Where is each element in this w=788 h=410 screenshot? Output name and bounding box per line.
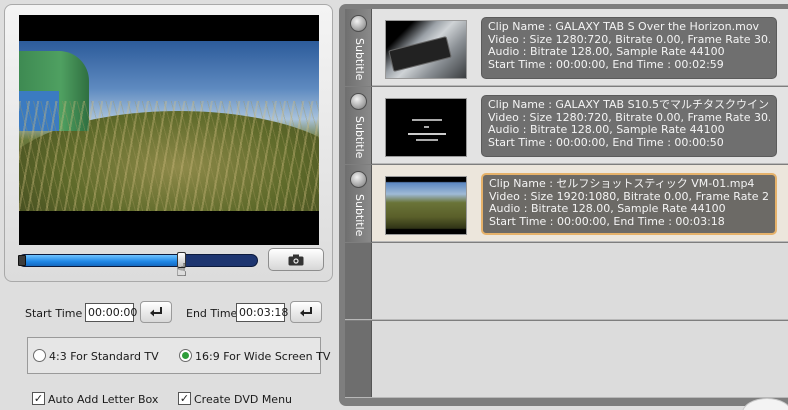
clip-video-info: Video : Size 1280:720, Bitrate 0.00, Fra… xyxy=(488,33,770,46)
aspect-16-9-label[interactable]: 16:9 For Wide Screen TV xyxy=(195,350,330,363)
thumb-text-line xyxy=(412,119,442,121)
thumb-text-line xyxy=(408,133,446,135)
clip-info-box: Clip Name : セルフショットスティック VM-01.mp4 Video… xyxy=(481,173,777,235)
subtitle-toggle-icon[interactable] xyxy=(350,93,367,110)
empty-slot-tab xyxy=(345,243,372,319)
grass-texture xyxy=(19,101,319,211)
clip-video-info: Video : Size 1920:1080, Bitrate 0.00, Fr… xyxy=(489,190,769,203)
empty-clip-slot xyxy=(345,243,788,320)
clip-item[interactable]: Subtitle Clip Name : GALAXY TAB S Over t… xyxy=(345,9,788,86)
clip-item[interactable]: Subtitle Clip Name : GALAXY TAB S10.5でマル… xyxy=(345,87,788,164)
clip-thumbnail xyxy=(385,20,467,79)
enter-arrow-icon xyxy=(300,307,312,317)
video-preview[interactable] xyxy=(19,15,319,245)
tablet-shape xyxy=(388,36,452,72)
clip-thumbnail xyxy=(385,176,467,235)
dvd-menu-label[interactable]: Create DVD Menu xyxy=(194,393,292,406)
start-time-label: Start Time : xyxy=(25,307,90,320)
subtitle-toggle-icon[interactable] xyxy=(350,15,367,32)
timeline-start-marker[interactable] xyxy=(18,255,26,266)
thumb-text-line xyxy=(424,126,429,128)
clip-audio-info: Audio : Bitrate 128.00, Sample Rate 4410… xyxy=(488,124,725,136)
subtitle-tab[interactable]: Subtitle xyxy=(345,9,372,86)
end-time-field[interactable]: 00:03:18 xyxy=(236,303,288,322)
clip-audio-info: Audio : Bitrate 128.00, Sample Rate 4410… xyxy=(488,46,725,58)
subtitle-label: Subtitle xyxy=(353,193,366,237)
video-frame-image xyxy=(19,41,319,211)
clip-audio-info: Audio : Bitrate 128.00, Sample Rate 4410… xyxy=(489,203,726,215)
subtitle-label: Subtitle xyxy=(353,37,366,81)
dvd-menu-checkbox[interactable]: ✓ xyxy=(178,392,191,405)
empty-slot-tab xyxy=(345,321,372,397)
clip-time-info: Start Time : 00:00:00, End Time : 00:02:… xyxy=(488,58,724,71)
empty-clip-slot xyxy=(345,321,788,398)
aspect-4-3-label[interactable]: 4:3 For Standard TV xyxy=(49,350,159,363)
enter-arrow-icon xyxy=(150,307,162,317)
thumb-text-line xyxy=(416,139,438,141)
camera-icon xyxy=(288,254,304,265)
clip-name: Clip Name : GALAXY TAB S10.5でマルチタスクウインドウ… xyxy=(488,99,770,111)
clip-info-box: Clip Name : GALAXY TAB S10.5でマルチタスクウインドウ… xyxy=(481,95,777,157)
aspect-16-9-radio[interactable] xyxy=(179,349,192,362)
snapshot-button[interactable] xyxy=(268,248,324,271)
letterbox-checkbox[interactable]: ✓ xyxy=(32,392,45,405)
set-start-time-button[interactable] xyxy=(140,301,172,323)
clip-name: Clip Name : セルフショットスティック VM-01.mp4 xyxy=(489,178,755,190)
clip-thumbnail xyxy=(385,98,467,157)
clip-time-info: Start Time : 00:00:00, End Time : 00:03:… xyxy=(489,215,725,228)
subtitle-tab[interactable]: Subtitle xyxy=(345,87,372,164)
clip-name: Clip Name : GALAXY TAB S Over the Horizo… xyxy=(488,21,760,33)
hand-cursor-icon: ☝ xyxy=(176,260,187,281)
aspect-4-3-radio[interactable] xyxy=(33,349,46,362)
subtitle-tab[interactable]: Subtitle xyxy=(345,165,372,242)
letterbox-label[interactable]: Auto Add Letter Box xyxy=(48,393,158,406)
start-time-field[interactable]: 00:00:00 xyxy=(85,303,137,322)
subtitle-toggle-icon[interactable] xyxy=(350,171,367,188)
timeline-progress xyxy=(19,255,183,266)
set-end-time-button[interactable] xyxy=(290,301,322,323)
clip-item-selected[interactable]: Subtitle Clip Name : セルフショットスティック VM-01.… xyxy=(345,165,788,242)
clip-info-box: Clip Name : GALAXY TAB S Over the Horizo… xyxy=(481,17,777,79)
timeline-slider[interactable] xyxy=(18,254,258,267)
clip-video-info: Video : Size 1280:720, Bitrate 0.00, Fra… xyxy=(488,111,770,124)
clip-time-info: Start Time : 00:00:00, End Time : 00:00:… xyxy=(488,136,724,149)
subtitle-label: Subtitle xyxy=(353,115,366,159)
